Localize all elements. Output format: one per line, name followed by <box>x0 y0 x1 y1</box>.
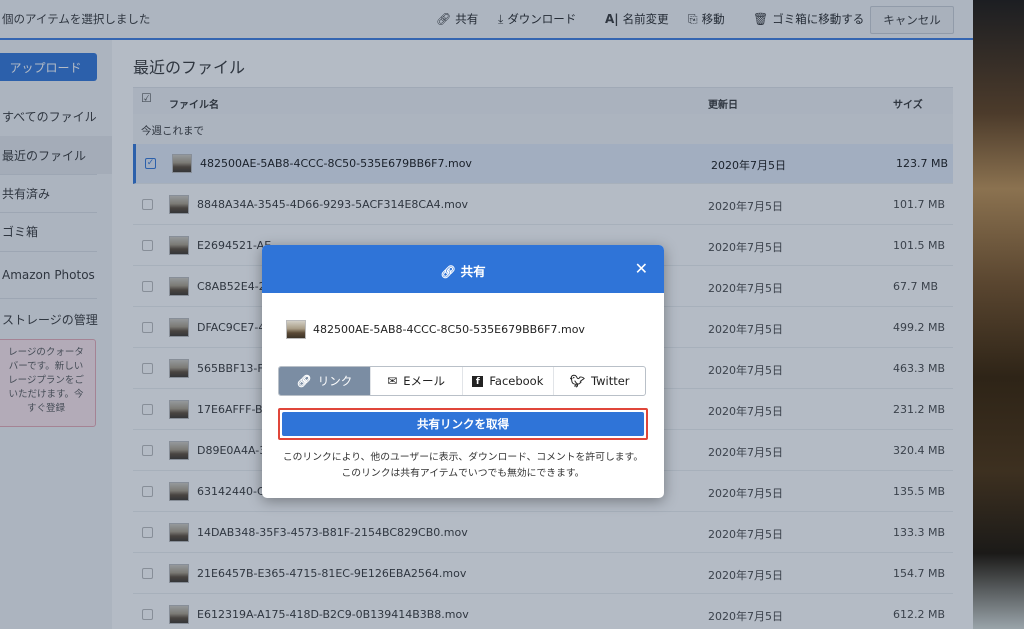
facebook-icon: f <box>472 375 484 387</box>
desktop-background <box>973 0 1024 629</box>
link-icon: 🔗︎ <box>296 374 312 388</box>
get-link-button-highlight: 共有リンクを取得 <box>278 408 648 440</box>
dialog-title: 🔗︎ 共有 <box>262 261 664 280</box>
tab-twitter-label: Twitter <box>590 374 630 388</box>
shared-file: 482500AE-5AB8-4CCC-8C50-535E679BB6F7.mov <box>286 320 585 339</box>
close-icon[interactable]: ✕ <box>635 259 648 278</box>
link-icon: 🔗︎ <box>440 264 461 279</box>
dialog-title-text: 共有 <box>460 264 486 279</box>
tab-link[interactable]: 🔗︎ リンク <box>279 367 370 395</box>
twitter-icon: 🐦︎ <box>569 374 585 388</box>
shared-file-name: 482500AE-5AB8-4CCC-8C50-535E679BB6F7.mov <box>313 323 585 336</box>
tab-facebook-label: Facebook <box>489 374 544 388</box>
share-note: このリンクにより、他のユーザーに表示、ダウンロード、コメントを許可します。このリ… <box>282 452 644 479</box>
tab-email[interactable]: ✉ Eメール <box>369 367 462 395</box>
dialog-header: 🔗︎ 共有 ✕ <box>262 245 664 293</box>
app-window: 個のアイテムを選択しました 🔗︎ 共有 ⤓ ダウンロード A| 名前変更 ⎘ 移… <box>0 0 973 629</box>
envelope-icon: ✉ <box>387 374 398 388</box>
share-method-tabs: 🔗︎ リンク ✉ Eメール f Facebook 🐦︎ Twitter <box>278 366 646 396</box>
share-dialog: 🔗︎ 共有 ✕ 482500AE-5AB8-4CCC-8C50-535E679B… <box>262 245 664 498</box>
tab-facebook[interactable]: f Facebook <box>461 367 554 395</box>
file-thumbnail <box>286 320 306 339</box>
tab-twitter[interactable]: 🐦︎ Twitter <box>553 367 645 395</box>
tab-email-label: Eメール <box>403 374 446 388</box>
tab-link-label: リンク <box>317 374 353 388</box>
get-share-link-button[interactable]: 共有リンクを取得 <box>282 412 644 436</box>
